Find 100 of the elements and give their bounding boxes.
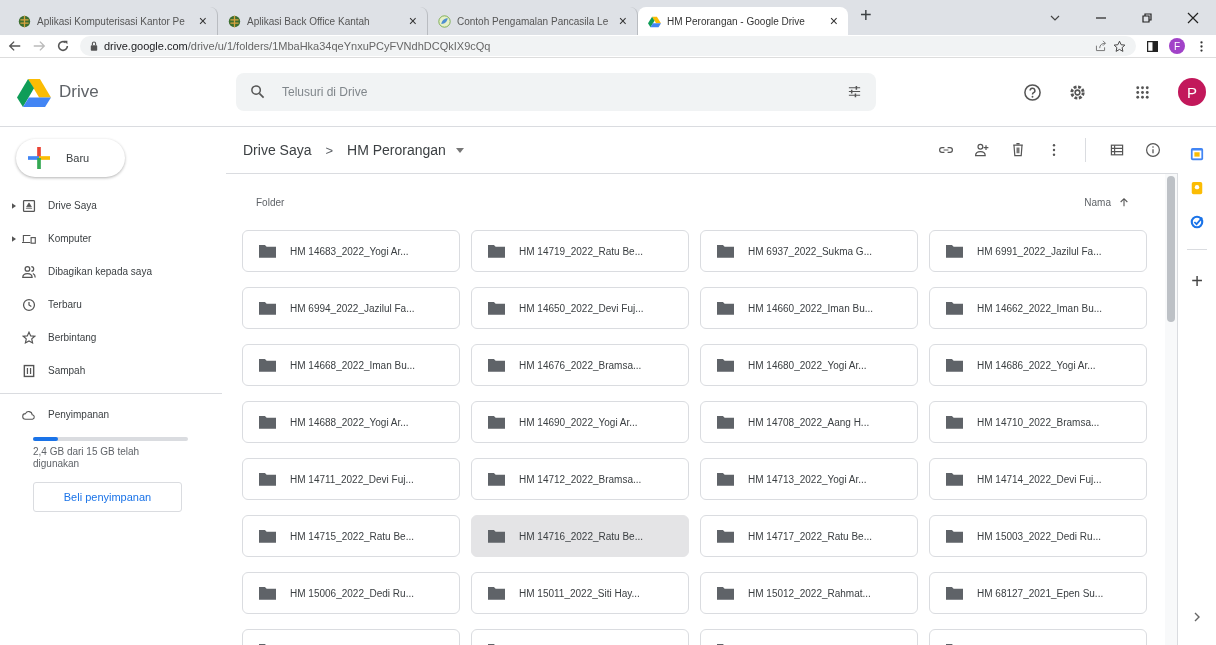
folder-icon bbox=[717, 244, 734, 258]
folder-card[interactable]: HM 6937_2022_Sukma G... bbox=[700, 230, 918, 272]
folder-card[interactable]: HM 15011_2022_Siti Hay... bbox=[471, 572, 689, 614]
search-icon bbox=[250, 84, 265, 99]
folder-icon bbox=[259, 301, 276, 315]
add-addon-button[interactable]: + bbox=[1191, 270, 1203, 293]
settings-icon[interactable] bbox=[1068, 82, 1087, 102]
star-icon bbox=[22, 330, 36, 345]
folder-card[interactable]: HM 14688_2022_Yogi Ar... bbox=[242, 401, 460, 443]
tab-close-button[interactable]: × bbox=[198, 13, 207, 29]
browser-tab[interactable]: Aplikasi Back Office Kantah × bbox=[218, 7, 428, 35]
tab-close-button[interactable]: × bbox=[408, 13, 417, 29]
close-icon[interactable] bbox=[1187, 11, 1199, 24]
people-icon bbox=[22, 264, 36, 279]
folder-card[interactable]: HM 15012_2022_Rahmat... bbox=[700, 572, 918, 614]
browser-tab[interactable]: HM Perorangan - Google Drive × bbox=[638, 7, 848, 35]
folder-card[interactable]: HM 14719_2022_Ratu Be... bbox=[471, 230, 689, 272]
folder-card[interactable]: HM 14668_2022_Iman Bu... bbox=[242, 344, 460, 386]
folder-card[interactable]: HM 6994_2022_Jazilul Fa... bbox=[242, 287, 460, 329]
folder-card[interactable]: HM 6991_2022_Jazilul Fa... bbox=[929, 230, 1147, 272]
sidebar-item[interactable]: Drive Saya bbox=[0, 189, 226, 222]
sidebar-item[interactable]: Dibagikan kepada saya bbox=[0, 255, 226, 288]
add-person-icon[interactable] bbox=[974, 142, 990, 158]
folder-icon bbox=[717, 529, 734, 543]
folder-icon bbox=[259, 586, 276, 600]
plus-icon bbox=[28, 147, 50, 169]
folder-card[interactable]: HM 14686_2022_Yogi Ar... bbox=[929, 344, 1147, 386]
folder-card[interactable]: HM 68127_2021_Epen Su... bbox=[929, 572, 1147, 614]
sidebar-item[interactable]: Terbaru bbox=[0, 288, 226, 321]
breadcrumb-link[interactable]: Drive Saya bbox=[243, 142, 312, 158]
clock-icon bbox=[22, 297, 36, 312]
back-arrow-icon[interactable] bbox=[8, 39, 22, 53]
folder-card[interactable]: HM 14690_2022_Yogi Ar... bbox=[471, 401, 689, 443]
breadcrumb-link[interactable]: HM Perorangan bbox=[347, 142, 446, 158]
folder-card[interactable]: HM 14717_2022_Ratu Be... bbox=[700, 515, 918, 557]
filter-options-icon[interactable] bbox=[847, 84, 862, 99]
star-icon[interactable] bbox=[1113, 39, 1126, 53]
side-panel-icon[interactable] bbox=[1146, 39, 1159, 53]
folder-card[interactable]: HM 15006_2022_Dedi Ru... bbox=[242, 572, 460, 614]
folder-name: HM 14662_2022_Iman Bu... bbox=[977, 302, 1103, 314]
info-icon[interactable] bbox=[1145, 142, 1161, 158]
arrow-up-icon[interactable] bbox=[1119, 197, 1129, 207]
sidebar-item[interactable]: Sampah bbox=[0, 354, 226, 387]
tab-close-button[interactable]: × bbox=[618, 13, 627, 29]
folder-card[interactable]: HM 14708_2022_Aang H... bbox=[700, 401, 918, 443]
folder-name: HM 14680_2022_Yogi Ar... bbox=[748, 359, 867, 371]
list-view-icon[interactable] bbox=[1109, 142, 1125, 158]
dropdown-caret-icon[interactable] bbox=[455, 147, 464, 153]
folder-name: HM 14688_2022_Yogi Ar... bbox=[290, 416, 409, 428]
folder-card[interactable]: HM 14683_2022_Yogi Ar... bbox=[242, 230, 460, 272]
folder-name: HM 15003_2022_Dedi Ru... bbox=[977, 530, 1101, 542]
scrollbar-thumb[interactable] bbox=[1167, 176, 1175, 322]
sidebar-item[interactable]: Berbintang bbox=[0, 321, 226, 354]
folder-card[interactable]: HM 14714_2022_Devi Fuj... bbox=[929, 458, 1147, 500]
folder-name: HM 14686_2022_Yogi Ar... bbox=[977, 359, 1096, 371]
buy-storage-button[interactable]: Beli penyimpanan bbox=[33, 482, 182, 512]
folder-icon bbox=[488, 586, 505, 600]
help-icon[interactable] bbox=[1023, 82, 1042, 102]
address-bar[interactable]: drive.google.com/drive/u/1/folders/1MbaHka34qeYnxuPCyFVNdhDCQkIX9cQq bbox=[80, 36, 1136, 56]
browser-tab[interactable]: Aplikasi Komputerisasi Kantor Pe × bbox=[8, 7, 218, 35]
chevron-right-icon[interactable] bbox=[1193, 611, 1201, 623]
calendar-icon[interactable] bbox=[1190, 147, 1204, 161]
restore-icon[interactable] bbox=[1141, 11, 1153, 24]
folder-card[interactable]: HM 14715_2022_Ratu Be... bbox=[242, 515, 460, 557]
folder-card[interactable]: HM 14711_2022_Devi Fuj... bbox=[242, 458, 460, 500]
folder-card[interactable]: HM 14680_2022_Yogi Ar... bbox=[700, 344, 918, 386]
folder-card[interactable]: HM 14710_2022_Bramsa... bbox=[929, 401, 1147, 443]
folder-card[interactable]: HM 14716_2022_Ratu Be... bbox=[471, 515, 689, 557]
task-check-icon[interactable] bbox=[1190, 215, 1204, 229]
folder-name: HM 14717_2022_Ratu Be... bbox=[748, 530, 872, 542]
reload-icon[interactable] bbox=[56, 39, 70, 53]
search-field[interactable]: Telusuri di Drive bbox=[236, 73, 876, 111]
account-avatar[interactable]: P bbox=[1178, 78, 1206, 106]
folder-icon bbox=[946, 472, 963, 486]
folder-card[interactable]: HM 14713_2022_Yogi Ar... bbox=[700, 458, 918, 500]
trash-icon[interactable] bbox=[1010, 142, 1026, 158]
sort-button[interactable]: Nama bbox=[1084, 196, 1111, 208]
expand-caret-icon[interactable] bbox=[12, 202, 16, 209]
lock-icon bbox=[90, 41, 98, 51]
share-icon[interactable] bbox=[1094, 39, 1107, 53]
storage-item[interactable]: Penyimpanan bbox=[0, 398, 226, 431]
folder-name: HM 14708_2022_Aang H... bbox=[748, 416, 870, 428]
expand-caret-icon[interactable] bbox=[12, 235, 16, 242]
folder-card[interactable]: HM 15003_2022_Dedi Ru... bbox=[929, 515, 1147, 557]
new-tab-button[interactable]: + bbox=[848, 4, 884, 31]
folder-card[interactable]: HM 14660_2022_Iman Bu... bbox=[700, 287, 918, 329]
profile-avatar[interactable]: F bbox=[1169, 38, 1185, 54]
folder-icon bbox=[488, 301, 505, 315]
sidebar-item[interactable]: Komputer bbox=[0, 222, 226, 255]
folder-icon bbox=[946, 244, 963, 258]
drive-logo-icon bbox=[648, 14, 661, 28]
folder-icon bbox=[717, 586, 734, 600]
folder-card[interactable]: HM 14712_2022_Bramsa... bbox=[471, 458, 689, 500]
drive-logo-icon[interactable] bbox=[17, 77, 51, 107]
folder-name: HM 14713_2022_Yogi Ar... bbox=[748, 473, 867, 485]
new-button[interactable]: Baru bbox=[16, 139, 125, 177]
tab-close-button[interactable]: × bbox=[829, 13, 838, 29]
folder-card[interactable]: HM 14662_2022_Iman Bu... bbox=[929, 287, 1147, 329]
folder-card[interactable]: HM 14650_2022_Devi Fuj... bbox=[471, 287, 689, 329]
folder-card[interactable]: HM 14676_2022_Bramsa... bbox=[471, 344, 689, 386]
